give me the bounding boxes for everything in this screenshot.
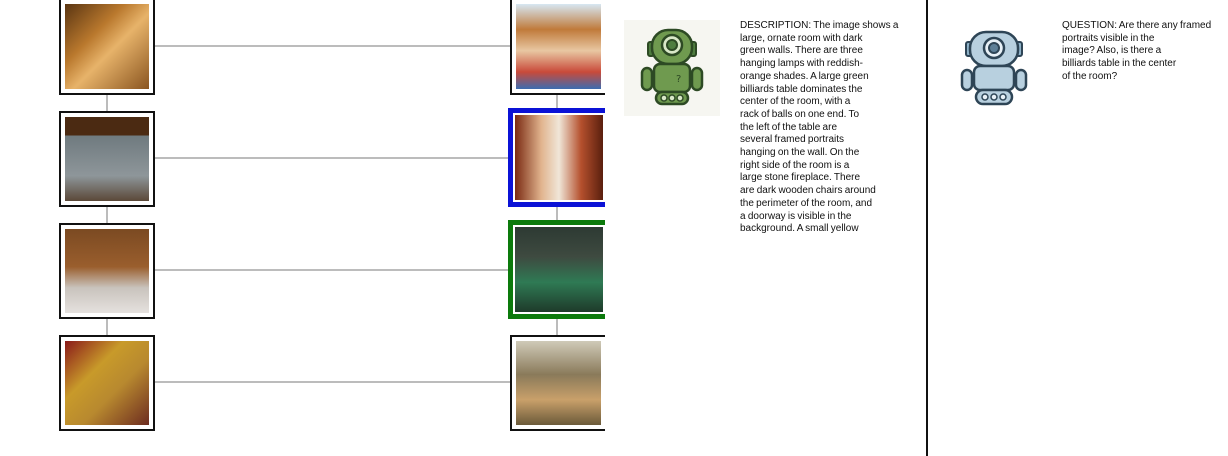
panel-divider: [926, 0, 928, 456]
left-image-2[interactable]: [59, 111, 155, 207]
classroom-photo: [516, 4, 601, 89]
description-text: DESCRIPTION: The image shows a large, or…: [740, 20, 899, 235]
left-image-1[interactable]: [59, 0, 155, 95]
dining-room-photo: [65, 4, 149, 89]
question-text: QUESTION: Are there any framed portraits…: [1062, 20, 1212, 82]
left-image-3[interactable]: [59, 223, 155, 319]
hallway-photo: [515, 115, 603, 200]
right-image-1[interactable]: [510, 0, 605, 95]
svg-text:?: ?: [676, 74, 681, 85]
right-image-3-selected-green[interactable]: [508, 220, 605, 319]
billiards-room-photo: [515, 227, 603, 312]
walk-in-closet-photo: [65, 229, 149, 313]
left-image-4[interactable]: [59, 335, 155, 431]
right-image-4[interactable]: [510, 335, 605, 431]
blue-robot-icon: [960, 28, 1028, 108]
green-robot-icon: ?: [624, 20, 720, 116]
empty-room-photo: [65, 117, 149, 201]
right-image-2-selected-blue[interactable]: [508, 108, 605, 207]
storage-room-photo: [516, 341, 601, 425]
diagram-canvas: ? DESCRIPTION: The image shows a large, …: [0, 0, 1228, 456]
red-living-room-photo: [65, 341, 149, 425]
